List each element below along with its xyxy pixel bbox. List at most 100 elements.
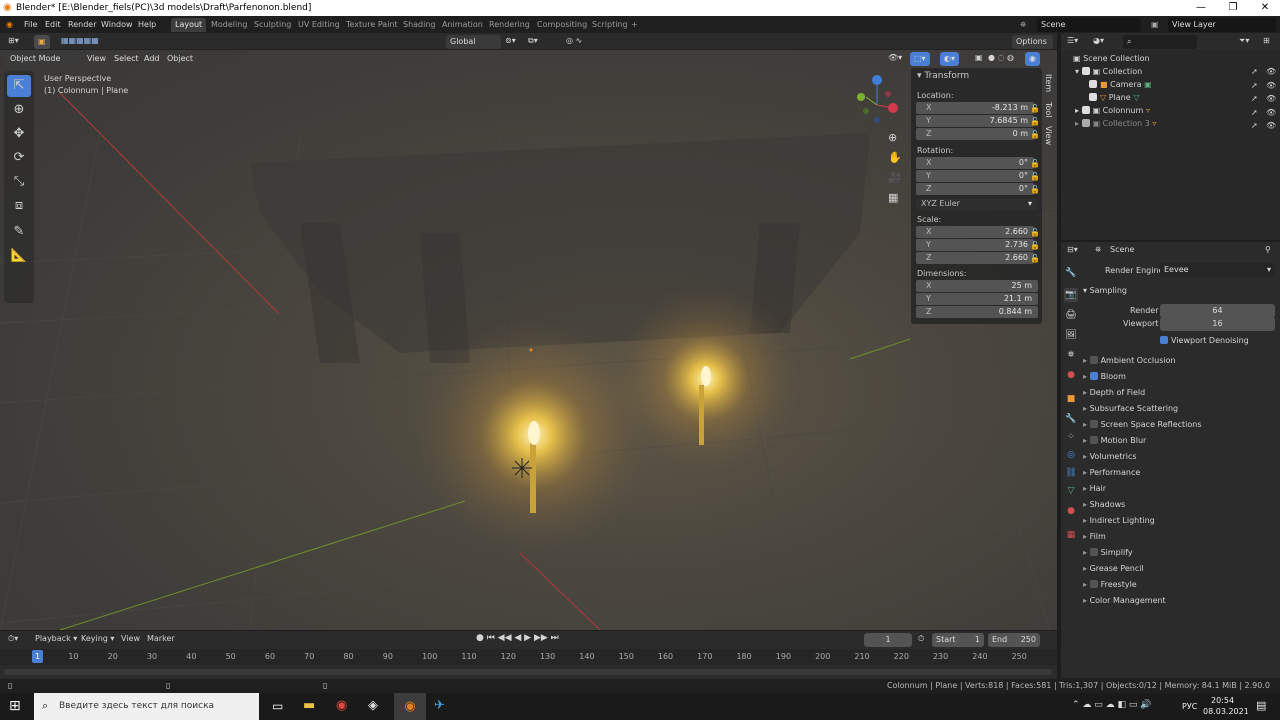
rendered-shading-icon[interactable]: ◉ [1025,52,1040,66]
pin-icon[interactable]: ⚲ [1265,245,1271,254]
transform-orientation-dropdown[interactable]: Global [446,35,501,49]
transform-header[interactable]: ▾ Transform [917,71,969,81]
view-layer-icon[interactable]: ▣ [1151,16,1159,33]
current-frame-field[interactable]: 1 [864,633,912,647]
outliner-item-colonnum[interactable]: ▸ ▣ Colonnum ▿ [1075,104,1150,117]
lock-icon[interactable]: 🔓 [1030,254,1040,263]
render-panel-header[interactable]: ▸ Simplify [1083,545,1133,560]
sampling-panel-header[interactable]: ▾ Sampling [1083,283,1127,298]
checkbox-off[interactable] [1089,548,1098,556]
navigation-gizmo[interactable] [857,75,898,123]
eye-icons[interactable]: 👁 👁 👁 👁 👁 [1266,65,1276,133]
tab-view[interactable]: View [1043,124,1054,147]
camera-view-icon[interactable]: 🎥 [888,171,902,184]
render-panel-header[interactable]: ▸ Freestyle [1083,577,1137,592]
rotation-mode-dropdown[interactable]: XYZ Euler ▾ [916,198,1038,210]
particles-tab-icon[interactable]: ⁘ [1064,430,1078,444]
scale-z-field[interactable]: Z 2.660 [916,252,1034,264]
tab-compositing[interactable]: Compositing [533,18,591,32]
display-mode-icon[interactable]: ◕▾ [1093,36,1104,45]
viewport-denoising-checkbox[interactable]: Viewport Denoising [1160,333,1249,348]
scale-x-field[interactable]: X 2.660 [916,226,1034,238]
start-frame-field[interactable]: Start 1 [932,633,984,647]
checkbox-off[interactable] [1089,580,1098,588]
render-panel-header[interactable]: ▸ Depth of Field [1083,385,1145,400]
render-panel-header[interactable]: ▸ Indirect Lighting [1083,513,1155,528]
playback-controls[interactable]: ● ⏮ ◀◀ ◀ ▶ ▶▶ ⏭ [476,633,559,643]
object-tab-icon[interactable]: ■ [1064,392,1078,406]
render-tab-icon[interactable]: 📷 [1064,288,1078,302]
texture-tab-icon[interactable]: ▦ [1064,528,1078,542]
timeline-scrollbar[interactable] [4,669,1052,675]
rotate-tool-icon[interactable]: ⟳ [7,147,31,169]
telegram-icon[interactable]: ✈ [434,698,445,713]
task-view-icon[interactable]: ▭ [272,699,283,713]
render-panel-header[interactable]: ▸ Color Management [1083,593,1166,608]
world-tab-icon[interactable]: ● [1064,368,1078,382]
menu-object[interactable]: Object [163,52,197,66]
end-frame-field[interactable]: End 250 [988,633,1040,647]
shading-modes-icons[interactable]: ● ◌ ◍ [988,53,1014,62]
playhead[interactable]: 1 [32,650,44,663]
checkbox-off[interactable] [1089,436,1098,444]
menu-playback[interactable]: Playback ▾ [35,634,77,643]
checkbox-off[interactable] [1089,356,1098,364]
notifications-icon[interactable]: ▤ [1256,699,1266,712]
editor-type-icon[interactable]: ☰▾ [1067,36,1078,45]
tab-layout[interactable]: Layout [171,18,207,32]
annotate-tool-icon[interactable]: ✎ [7,221,31,243]
ortho-toggle-icon[interactable]: ▦ [888,191,898,204]
lock-icon[interactable]: 🔓 [1030,228,1040,237]
menu-file[interactable]: File [24,16,37,33]
view-layer-tab-icon[interactable]: 🖼 [1064,328,1078,342]
location-y-field[interactable]: Y 7.6845 m [916,115,1034,127]
system-tray-icons[interactable]: ⌃ ☁ ▭ ☁ ◧ ▭ 🔊 [1072,700,1151,710]
select-tool-icon[interactable]: ⇱ [7,75,31,97]
scene-tab-icon[interactable]: ⛯ [1064,348,1078,362]
render-panel-header[interactable]: ▸ Volumetrics [1083,449,1137,464]
render-panel-header[interactable]: ▸ Grease Pencil [1083,561,1144,576]
menu-keying[interactable]: Keying ▾ [81,634,114,643]
view-layer-field[interactable]: View Layer [1168,18,1276,32]
tab-tool[interactable]: Tool [1043,100,1054,120]
file-explorer-icon[interactable]: ▬ [303,698,315,713]
blender-menu-icon[interactable]: ◉ [6,16,13,33]
mode-dropdown[interactable]: Object Mode [6,52,79,66]
app-icon[interactable]: ◈ [368,698,378,713]
physics-tab-icon[interactable]: ◎ [1064,448,1078,462]
select-box-tool-button[interactable]: ▣ [34,35,50,49]
xray-icon[interactable]: ▣ [975,53,983,62]
3d-viewport[interactable]: ⊞▾ ▣ ▦▦▦▦▦ Global ⊚▾ ⧉▾ ◎ ∿ Options Obje… [0,33,1057,630]
output-tab-icon[interactable]: 🖨 [1064,308,1078,322]
menu-edit[interactable]: Edit [45,16,61,33]
outliner-item-plane[interactable]: ▽ Plane ▽ [1089,91,1139,104]
tab-item[interactable]: Item [1043,72,1054,95]
render-panel-header[interactable]: ▸ Subsurface Scattering [1083,401,1178,416]
render-panel-header[interactable]: ▸ Film [1083,529,1106,544]
rotation-x-field[interactable]: X 0° [916,157,1034,169]
menu-help[interactable]: Help [138,16,156,33]
options-dropdown[interactable]: Options [1012,35,1053,49]
outliner-item-collection[interactable]: ▾ ▣ Collection [1075,65,1142,78]
editor-type-icon[interactable]: ⊟▾ [1067,245,1078,254]
tab-rendering[interactable]: Rendering [485,18,534,32]
select-toggle-icons[interactable]: ➚ ➚ ➚ ➚ ➚ [1251,65,1258,133]
outliner-item-camera[interactable]: ■ Camera ▣ [1089,78,1152,91]
add-workspace-icon[interactable]: + [631,16,638,33]
blender-taskbar-icon[interactable]: ◉ [394,693,426,720]
minimize-icon[interactable]: — [1186,0,1216,16]
tab-uv-editing[interactable]: UV Editing [294,18,344,32]
dimensions-y-field[interactable]: Y 21.1 m [916,293,1038,305]
scale-y-field[interactable]: Y 2.736 [916,239,1034,251]
dimensions-x-field[interactable]: X 25 m [916,280,1038,292]
move-tool-icon[interactable]: ✥ [7,123,31,145]
lock-icon[interactable]: 🔓 [1030,241,1040,250]
selection-mode-icons[interactable]: ▦▦▦▦▦ [61,36,99,45]
start-windows-icon[interactable]: ⊞ [9,698,21,714]
measure-tool-icon[interactable]: 📐 [7,245,31,267]
render-panel-header[interactable]: ▸ Motion Blur [1083,433,1146,448]
dimensions-z-field[interactable]: Z 0.844 m [916,306,1038,318]
filter-icon[interactable]: ⏷▾ [1239,36,1249,46]
tab-modeling[interactable]: Modeling [207,18,251,32]
tool-tab-icon[interactable]: 🔧 [1064,266,1078,280]
